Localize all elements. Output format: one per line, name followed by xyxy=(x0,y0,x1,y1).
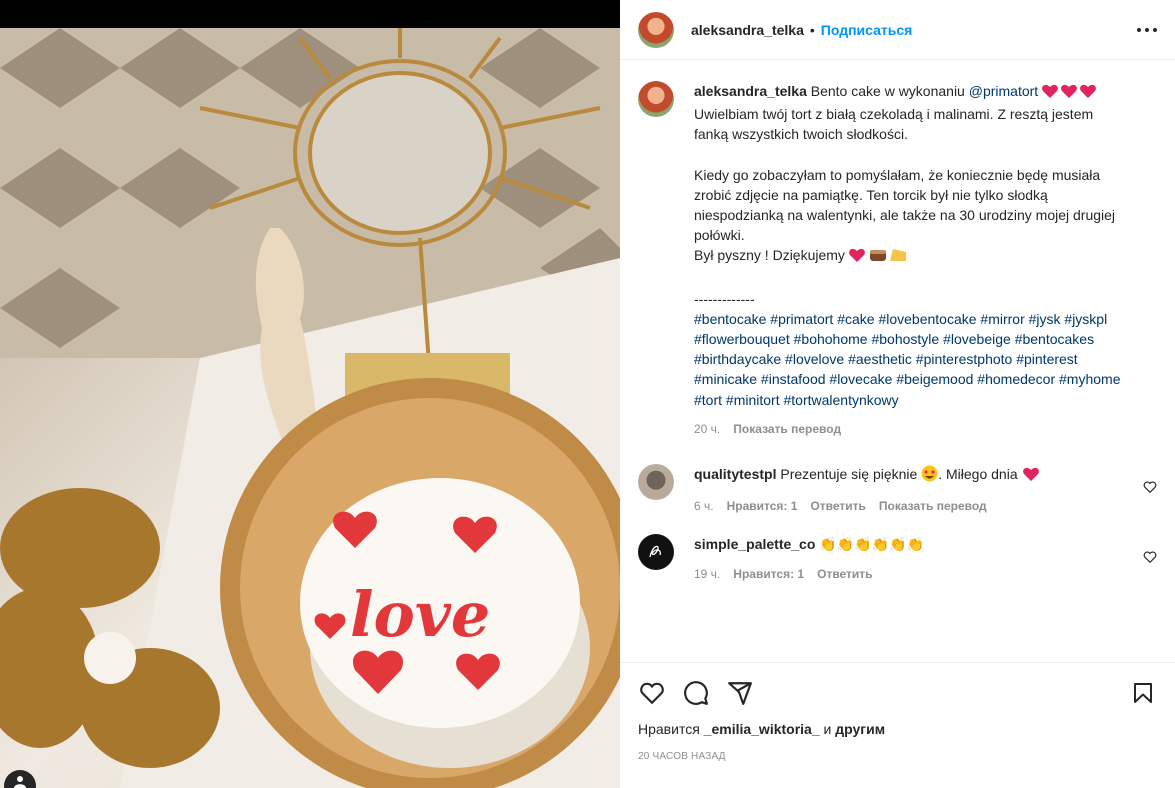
comment-likes[interactable]: Нравится: 1 xyxy=(727,496,798,516)
heart-emoji xyxy=(1022,466,1040,487)
caption: aleksandra_telka Bento cake w wykonaniu … xyxy=(638,81,1157,439)
comment-avatar[interactable] xyxy=(638,534,674,571)
comment-text: 👏👏👏👏👏👏 xyxy=(819,536,924,553)
author-avatar[interactable] xyxy=(638,11,674,48)
save-icon[interactable] xyxy=(1129,679,1157,707)
heart-small-icon[interactable] xyxy=(1143,550,1157,564)
reply-button[interactable]: Ответить xyxy=(817,564,872,584)
likes-others-link[interactable]: другим xyxy=(835,721,885,737)
signature-logo-icon xyxy=(649,546,662,558)
comment-text-start: Prezentuje się pięknie xyxy=(780,466,922,483)
more-options-icon[interactable] xyxy=(1137,20,1157,40)
caption-time[interactable]: 20 ч. xyxy=(694,419,720,439)
caption-avatar[interactable] xyxy=(638,81,674,117)
comments-list[interactable]: aleksandra_telka Bento cake w wykonaniu … xyxy=(620,61,1175,661)
comment-time[interactable]: 6 ч. xyxy=(694,496,714,516)
love-cake-text: love xyxy=(350,578,490,651)
caption-hashtags[interactable]: #bentocake #primatort #cake #lovebentoca… xyxy=(694,309,1124,410)
comment-icon[interactable] xyxy=(682,679,710,707)
liked-by-user[interactable]: _emilia_wiktoria_ xyxy=(704,721,820,737)
heart-emoji xyxy=(1042,83,1096,104)
caption-line-2: Uwielbiam twój tort z białą czekoladą i … xyxy=(694,106,1094,143)
heart-cake-emojis xyxy=(848,246,907,268)
comment-author[interactable]: qualitytestpl xyxy=(694,466,776,482)
comment-likes[interactable]: Нравится: 1 xyxy=(733,564,804,584)
post-image: love xyxy=(0,28,620,788)
heart-small-icon[interactable] xyxy=(1143,480,1157,494)
post-header: aleksandra_telka • Подписаться xyxy=(620,0,1175,60)
translate-button[interactable]: Показать перевод xyxy=(879,496,987,516)
separator-dot: • xyxy=(809,21,815,38)
likes-summary: Нравится _emilia_wiktoria_ и другим xyxy=(638,721,1157,737)
cake-illustration: love xyxy=(0,28,620,788)
post-side-panel: aleksandra_telka • Подписаться aleksandr… xyxy=(620,0,1175,788)
like-icon[interactable] xyxy=(638,679,666,707)
mention-link[interactable]: @primatort xyxy=(969,83,1038,99)
likes-prefix: Нравится xyxy=(638,721,704,737)
comment-author[interactable]: simple_palette_co xyxy=(694,536,815,552)
post-photo[interactable]: love xyxy=(0,0,620,788)
share-icon[interactable] xyxy=(726,679,754,707)
heart-eyes-emoji xyxy=(921,465,938,487)
comment-avatar[interactable] xyxy=(638,464,674,501)
caption-paragraph-2: Kiedy go zobaczyłam to pomyślałam, że ko… xyxy=(694,166,1116,244)
action-bar: Нравится _emilia_wiktoria_ и другим 20 ч… xyxy=(620,662,1175,788)
author-username[interactable]: aleksandra_telka xyxy=(691,22,804,38)
translate-button[interactable]: Показать перевод xyxy=(733,419,841,439)
likes-middle: и xyxy=(819,721,836,737)
comment-text-end: . Miłego dnia xyxy=(938,466,1022,483)
reply-button[interactable]: Ответить xyxy=(810,496,865,516)
comment: simple_palette_co 👏👏👏👏👏👏 19 ч. Нравится:… xyxy=(638,534,1157,583)
caption-author[interactable]: aleksandra_telka xyxy=(694,83,807,99)
post-timestamp[interactable]: 20 часов назад xyxy=(638,751,1157,762)
caption-text-start: Bento cake w wykonaniu xyxy=(810,83,969,99)
caption-divider: ------------- xyxy=(694,290,755,307)
user-icon xyxy=(14,776,26,788)
comment-time[interactable]: 19 ч. xyxy=(694,564,720,584)
caption-closing: Był pyszny ! Dziękujemy xyxy=(694,247,849,264)
comment: qualitytestpl Prezentuje się pięknie . M… xyxy=(638,464,1157,516)
follow-button[interactable]: Подписаться xyxy=(821,22,913,38)
